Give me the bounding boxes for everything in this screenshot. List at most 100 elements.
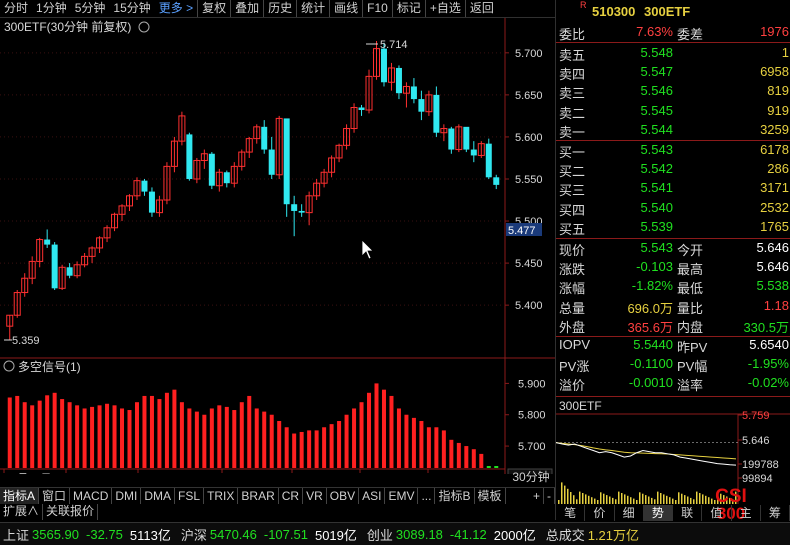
index-label[interactable]: 创业 [367,525,393,544]
indicator-bar [127,410,132,468]
indicator-bar [426,427,431,468]
toolbar-item-7[interactable]: 历史 [263,0,296,17]
index-label[interactable]: 总成交 [546,525,585,544]
candle [36,237,44,268]
indicator-bar [337,421,342,468]
index-label[interactable]: 上证 [3,525,29,544]
toolbar-item-1[interactable]: 1分钟 [32,0,71,17]
toolbar-item-5[interactable]: 复权 [197,0,230,17]
chart-title: 300ETF(30分钟 前复权) [4,19,131,34]
indicator-tab-2[interactable]: MACD [70,488,113,504]
stat-row-1-label: 涨跌 [559,262,586,278]
mini-volume-bar [621,493,623,504]
mini-volume-bar [579,491,581,504]
weibi-row-value: 7.63% [636,24,673,39]
ask-volume: 919 [767,102,789,118]
stat-row-1-value2: 5.646 [756,259,789,275]
indicator-bar [269,414,274,468]
candle [88,246,96,264]
indicator-tab-12[interactable]: EMV [385,488,419,504]
mini-volume-bar [666,495,668,504]
ask-volume: 3259 [760,121,789,137]
indicator-bar [262,411,267,468]
mini-tab-4[interactable]: 联 [673,505,703,521]
indicator-bar [209,408,214,468]
bid-label: 买五 [559,221,586,237]
candle [440,124,448,142]
mini-chart-title: 300ETF [559,399,602,413]
indicator-tab-7[interactable]: BRAR [238,488,279,504]
index-amount: 5019亿 [314,527,357,543]
iopv-row-2: 溢价 -0.0010 溢率 -0.02% [559,375,790,394]
indicator-tab-17[interactable]: - [544,488,555,504]
indicator-bar [30,405,35,468]
toolbar-item-10[interactable]: F10 [362,0,392,17]
stat-row-1: 涨跌 -0.103 最高 5.646 [559,259,790,278]
toolbar-item-13[interactable]: 返回 [464,0,498,17]
quote-header: R 510300 300ETF [560,0,790,20]
candle [208,152,215,190]
mini-tab-5[interactable]: 值 [702,505,732,521]
candle [298,204,305,217]
toolbar-item-9[interactable]: 画线 [329,0,362,17]
candle [470,141,477,163]
indicator-tab-10[interactable]: OBV [327,488,360,504]
indicator-bar [157,399,162,468]
indicator-tab-16[interactable]: + [530,488,544,504]
indicator-bar [232,410,237,468]
time-axis-label: 13:30 [67,473,95,474]
mini-tab-0[interactable]: 笔 [556,505,586,521]
indicator-settings-icon[interactable] [3,360,15,372]
mini-volume-bar [648,496,650,504]
candle [133,177,141,201]
mini-volume-bar [678,492,680,504]
mini-tab-2[interactable]: 细 [615,505,644,521]
indicator-bar [434,427,439,468]
stat-row-4: 外盘 365.6万 内盘 330.5万 [559,317,790,336]
mini-volume-bar [612,497,614,504]
expand-tabbar: 扩展∧ 关联报价 [0,504,555,520]
index-label[interactable]: 沪深 [181,525,207,544]
toolbar-item-11[interactable]: 标记 [391,0,425,17]
toolbar-item-2[interactable]: 5分钟 [71,0,110,17]
mini-tab-1[interactable]: 价 [585,505,615,521]
indicator-tab-0[interactable]: 指标A [0,488,40,504]
indicator-bar [307,430,312,468]
indicator-tab-15[interactable]: 模板 [475,488,506,504]
indicator-tab-3[interactable]: DMI [112,488,142,504]
mini-tab-7[interactable]: 筹 [761,505,790,521]
price-tick-label: 5.700 [515,48,543,60]
indicator-tab-13[interactable]: ... [418,488,436,504]
period-label[interactable]: 30分钟 [510,470,552,485]
stat-row-2-label2: 最低 [677,281,704,297]
sub-tab-0[interactable]: 扩展∧ [0,504,44,520]
bid-label: 买四 [559,202,586,218]
toolbar-item-4[interactable]: 更多 > [155,0,197,17]
main-chart[interactable]: 300ETF(30分钟 前复权) 5.7005.6505.6005.5505.5… [0,18,555,474]
indicator-bar [202,414,207,468]
mini-volume-bar [693,499,695,504]
indicator-tab-8[interactable]: CR [279,488,304,504]
indicator-tab-4[interactable]: DMA [141,488,176,504]
toolbar-item-3[interactable]: 15分钟 [109,0,154,17]
toolbar-item-12[interactable]: +自选 [424,0,465,17]
toolbar-item-6[interactable]: 叠加 [230,0,263,17]
indicator-tab-9[interactable]: VR [303,488,327,504]
mini-tab-6[interactable]: 主 [732,505,761,521]
indicator-tab-11[interactable]: ASI [359,488,386,504]
toolbar-item-0[interactable]: 分时 [0,0,32,17]
sub-tab-1[interactable]: 关联报价 [43,504,99,520]
indicator-bar [112,405,117,468]
indicator-bar [217,405,222,468]
stat-row-0-value: 5.543 [640,240,673,255]
toolbar-item-8[interactable]: 统计 [296,0,329,17]
candle [141,178,148,196]
indicator-tab-5[interactable]: FSL [175,488,205,504]
indicator-tab-14[interactable]: 指标B [435,488,475,504]
indicator-bar [389,395,394,468]
indicator-tab-1[interactable]: 窗口 [39,488,71,504]
mini-tab-3[interactable]: 势 [643,505,673,521]
chart-settings-icon[interactable] [138,21,150,33]
indicator-tab-6[interactable]: TRIX [204,488,239,504]
candle [373,41,380,80]
